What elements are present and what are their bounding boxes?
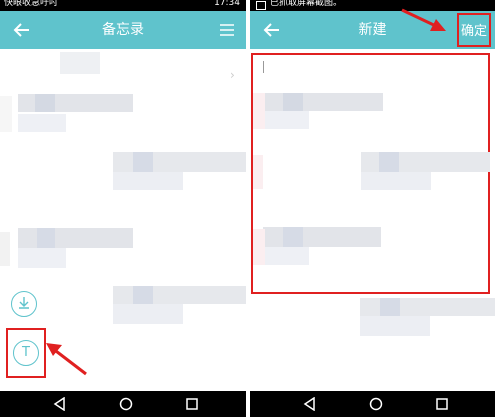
status-text: 快眼收急吁吋 xyxy=(4,0,59,8)
nav-recent-apps-icon[interactable] xyxy=(435,397,449,411)
nav-recent-apps-icon[interactable] xyxy=(185,397,199,411)
chevron-right-icon: › xyxy=(230,68,235,82)
status-clock: 17:34 xyxy=(214,0,240,8)
red-arrow-annotation xyxy=(46,343,87,376)
right-screen-new-note: 已抓取屏幕截图。 新建 确定 xyxy=(250,0,495,417)
nav-bar xyxy=(0,391,246,417)
status-text: 已抓取屏幕截图。 xyxy=(270,0,343,8)
text-T-icon[interactable]: T xyxy=(13,340,39,366)
nav-home-icon[interactable] xyxy=(369,397,383,411)
nav-back-icon[interactable] xyxy=(303,397,317,411)
status-bar: 已抓取屏幕截图。 xyxy=(250,0,495,11)
nav-bar xyxy=(250,391,495,417)
app-bar: 新建 确定 xyxy=(250,11,495,49)
status-bar: 快眼收急吁吋 17:34 xyxy=(0,0,246,11)
download-icon[interactable] xyxy=(11,291,37,317)
list-item[interactable] xyxy=(60,52,100,74)
app-bar: 备忘录 xyxy=(0,11,246,49)
page-title: 备忘录 xyxy=(102,22,144,38)
note-edit-area[interactable] xyxy=(251,53,490,294)
hamburger-menu-icon[interactable] xyxy=(218,21,236,39)
text-cursor xyxy=(263,61,264,73)
left-screen-notes-list: 快眼收急吁吋 17:34 备忘录 › T xyxy=(0,0,246,417)
confirm-button[interactable]: 确定 xyxy=(457,13,491,47)
nav-back-icon[interactable] xyxy=(53,397,67,411)
nav-home-icon[interactable] xyxy=(119,397,133,411)
list-item[interactable] xyxy=(18,228,133,248)
screenshot-notification-icon xyxy=(256,1,266,10)
